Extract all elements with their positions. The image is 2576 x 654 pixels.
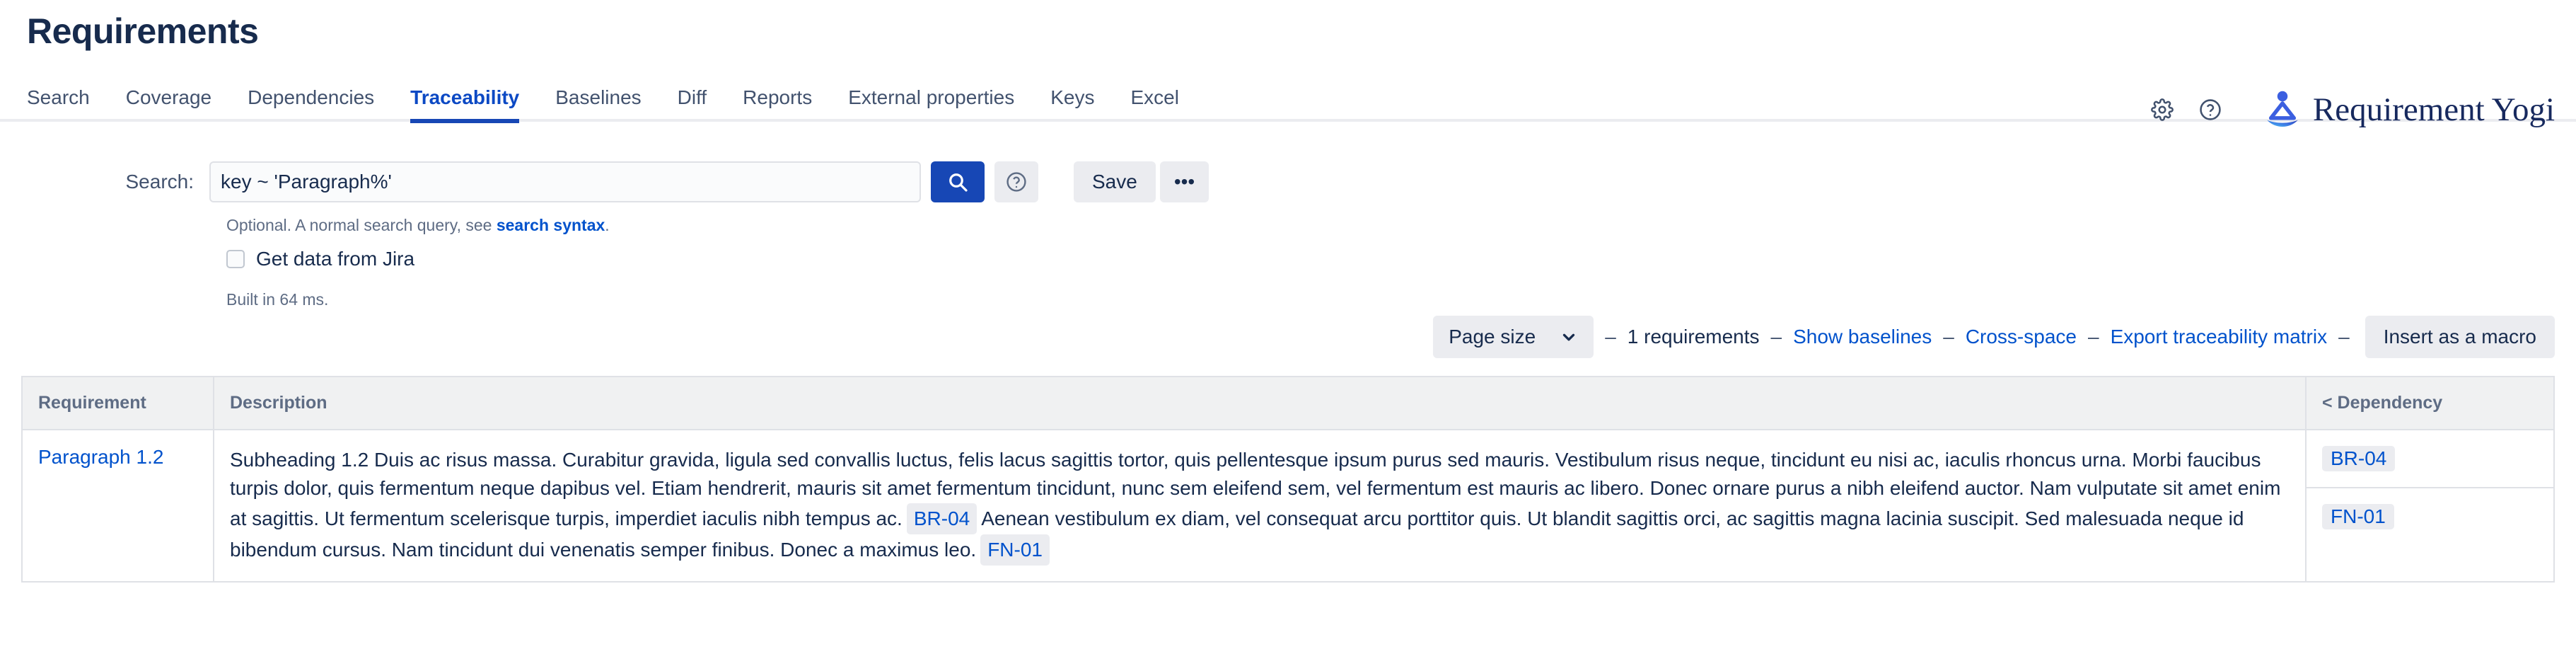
search-help-button[interactable] [994, 161, 1038, 202]
tab-coverage[interactable]: Coverage [126, 84, 211, 120]
search-input[interactable] [209, 161, 921, 202]
search-hint: Optional. A normal search query, see sea… [226, 216, 610, 235]
tab-dependencies[interactable]: Dependencies [248, 84, 374, 120]
search-label: Search: [0, 171, 209, 193]
table-header-row: Requirement Description < Dependency [23, 377, 2553, 430]
yogi-figure-logo [2262, 89, 2303, 130]
tab-diff[interactable]: Diff [678, 84, 707, 120]
search-hint-prefix: Optional. A normal search query, see [226, 216, 497, 234]
toolbar-separator-5: – [2338, 326, 2350, 348]
tab-traceability[interactable]: Traceability [410, 84, 519, 120]
build-time-status: Built in 64 ms. [226, 290, 328, 309]
traceability-matrix: Requirement Description < Dependency Par… [21, 376, 2555, 583]
cross-space-link[interactable]: Cross-space [1966, 326, 2077, 348]
brand-name: Requirement Yogi [2313, 91, 2555, 129]
tab-keys[interactable]: Keys [1050, 84, 1094, 120]
question-circle-icon [1005, 171, 1028, 193]
toolbar-separator-3: – [1943, 326, 1954, 348]
header-actions: Requirement Yogi [2133, 89, 2555, 130]
tab-reports[interactable]: Reports [743, 84, 812, 120]
gear-icon[interactable] [2143, 91, 2181, 129]
page-size-select[interactable]: Page size [1433, 316, 1594, 358]
toolbar-separator-2: – [1771, 326, 1782, 348]
requirement-cell: Paragraph 1.2 [23, 430, 214, 581]
search-syntax-link[interactable]: search syntax [497, 216, 605, 234]
help-circle-icon[interactable] [2191, 91, 2229, 129]
requirement-link[interactable]: Paragraph 1.2 [38, 446, 163, 468]
description-cell: Subheading 1.2 Duis ac risus massa. Cura… [214, 430, 2306, 581]
toolbar-separator-4: – [2088, 326, 2099, 348]
column-header-description[interactable]: Description [214, 377, 2306, 430]
brand-logo-block: Requirement Yogi [2262, 89, 2555, 130]
tab-baselines[interactable]: Baselines [555, 84, 641, 120]
get-data-from-jira-row[interactable]: Get data from Jira [226, 248, 414, 270]
show-baselines-link[interactable]: Show baselines [1793, 326, 1932, 348]
page-size-label: Page size [1449, 326, 1536, 348]
table-row: Paragraph 1.2 Subheading 1.2 Duis ac ris… [23, 430, 2553, 581]
dependency-cell: BR-04 FN-01 [2306, 430, 2553, 581]
get-data-from-jira-label: Get data from Jira [256, 248, 414, 270]
toolbar-separator-1: – [1605, 326, 1616, 348]
tab-excel[interactable]: Excel [1130, 84, 1178, 120]
dependency-chip-fn-01[interactable]: FN-01 [2322, 504, 2394, 529]
insert-as-macro-button[interactable]: Insert as a macro [2365, 316, 2555, 358]
requirements-traceability-page: Requirements Search Coverage Dependencie… [0, 0, 2576, 654]
column-header-requirement[interactable]: Requirement [23, 377, 214, 430]
search-form-row: Search: Save ••• [0, 161, 2576, 202]
requirements-count: 1 requirements [1628, 326, 1760, 348]
column-header-dependency[interactable]: < Dependency [2306, 377, 2553, 430]
export-traceability-matrix-link[interactable]: Export traceability matrix [2111, 326, 2328, 348]
save-button[interactable]: Save [1074, 161, 1156, 202]
search-hint-suffix: . [605, 216, 609, 234]
magnifier-icon [946, 171, 969, 193]
tab-external-properties[interactable]: External properties [848, 84, 1014, 120]
dependency-item-1: BR-04 [2307, 430, 2553, 488]
search-button[interactable] [931, 161, 985, 202]
chevron-down-icon [1560, 328, 1578, 346]
inline-chip-br-04[interactable]: BR-04 [907, 503, 977, 534]
results-toolbar: Page size – 1 requirements – Show baseli… [1433, 316, 2555, 358]
more-options-button[interactable]: ••• [1160, 161, 1209, 202]
page-title: Requirements [27, 10, 258, 52]
dependency-chip-br-04[interactable]: BR-04 [2322, 446, 2395, 471]
inline-chip-fn-01[interactable]: FN-01 [980, 534, 1050, 566]
tab-search[interactable]: Search [27, 84, 90, 120]
get-data-from-jira-checkbox[interactable] [226, 250, 245, 268]
dependency-item-2: FN-01 [2307, 488, 2553, 545]
